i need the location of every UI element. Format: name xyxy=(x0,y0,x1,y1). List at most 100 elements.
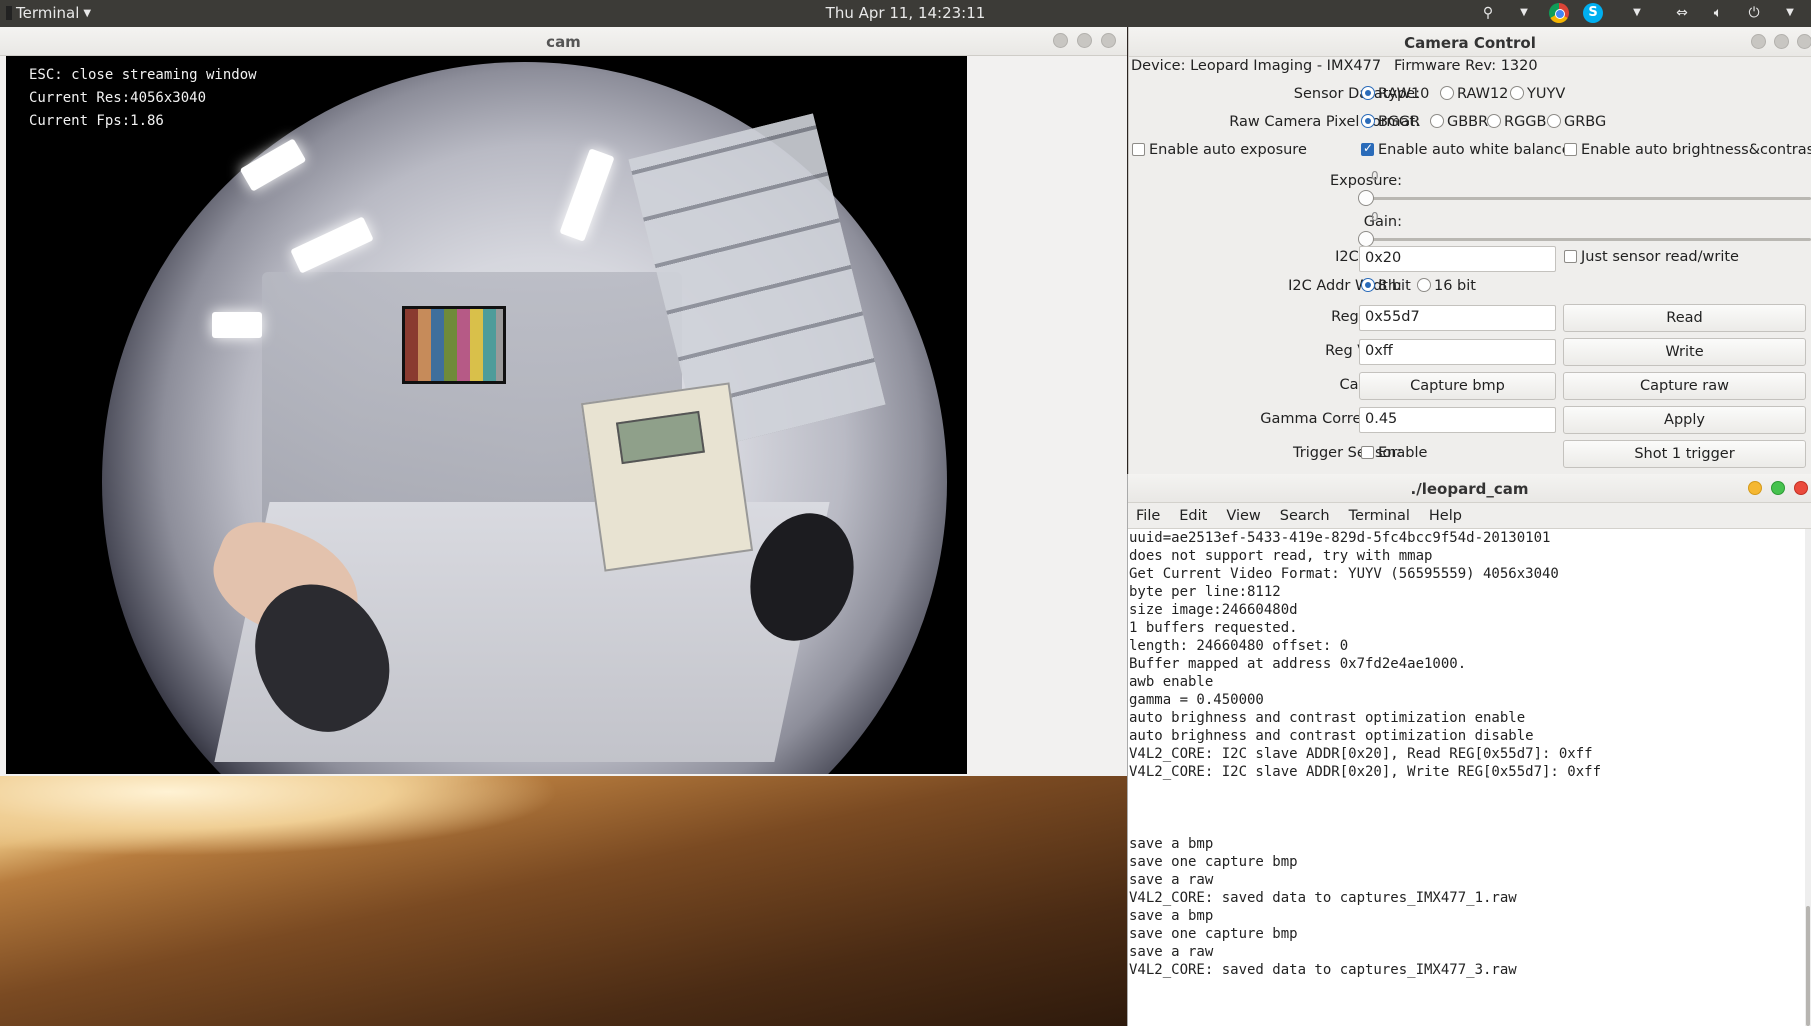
radio-indicator xyxy=(1361,86,1375,100)
auto-wb-checkbox[interactable]: Enable auto white balance xyxy=(1361,141,1571,158)
trigger-enable-checkbox[interactable]: Enable xyxy=(1361,445,1427,461)
maximize-button[interactable] xyxy=(1771,481,1785,495)
radio-rggb[interactable]: RGGB xyxy=(1487,114,1547,130)
fisheye-image xyxy=(102,62,947,774)
radio-label: BGGR xyxy=(1378,114,1421,130)
checkbox-box xyxy=(1564,143,1577,156)
checkbox-label: Enable xyxy=(1378,445,1428,461)
radio-label: RAW10 xyxy=(1378,86,1430,102)
menu-file[interactable]: File xyxy=(1136,508,1160,524)
chrome-icon[interactable] xyxy=(1549,3,1569,23)
exposure-slider-track[interactable] xyxy=(1361,197,1811,200)
terminal-scrollbar[interactable] xyxy=(1805,529,1811,1026)
minimize-button[interactable] xyxy=(1053,33,1068,48)
auto-bc-checkbox[interactable]: Enable auto brightness&contrast xyxy=(1564,142,1811,158)
radio-indicator xyxy=(1440,86,1454,100)
shot-trigger-button[interactable]: Shot 1 trigger xyxy=(1563,440,1806,468)
minimize-button[interactable] xyxy=(1748,481,1762,495)
radio-indicator xyxy=(1361,278,1375,292)
stream-overlay: ESC: close streaming window Current Res:… xyxy=(29,64,257,133)
terminal-title: ./leopard_cam xyxy=(1410,480,1529,498)
close-button[interactable] xyxy=(1797,34,1811,49)
ceiling-light xyxy=(559,148,615,242)
maximize-button[interactable] xyxy=(1774,34,1789,49)
radio-yuyv[interactable]: YUYV xyxy=(1510,86,1565,102)
radio-16bit[interactable]: 16 bit xyxy=(1417,278,1476,294)
ceiling-light xyxy=(290,216,374,274)
exposure-label: Exposure: xyxy=(1329,173,1402,189)
write-button[interactable]: Write xyxy=(1563,338,1806,366)
exposure-slider-knob[interactable] xyxy=(1358,190,1374,206)
desktop-wallpaper xyxy=(0,776,1128,1026)
menu-help[interactable]: Help xyxy=(1429,508,1462,524)
checkbox-box xyxy=(1361,446,1374,459)
dropdown-icon[interactable]: ▼ xyxy=(1617,3,1657,23)
gamma-input[interactable]: 0.45 xyxy=(1359,407,1556,433)
camera-control-body: Device: Leopard Imaging - IMX477 Firmwar… xyxy=(1129,57,1811,474)
top-panel: Terminal ▼ Thu Apr 11, 14:23:11 ⚲ ▼ S ▼ … xyxy=(0,0,1811,27)
device-label: Device: Leopard Imaging - IMX477 xyxy=(1131,58,1382,74)
menu-edit[interactable]: Edit xyxy=(1179,508,1207,524)
skype-icon[interactable]: S xyxy=(1583,3,1603,23)
overlay-line: ESC: close streaming window xyxy=(29,67,257,83)
network-icon[interactable]: ⇔ xyxy=(1671,3,1693,23)
reg-value-input[interactable]: 0xff xyxy=(1359,339,1556,365)
radio-label: 8 bit xyxy=(1378,278,1411,294)
accessibility-icon[interactable]: ⚲ xyxy=(1477,3,1499,23)
radio-grbg[interactable]: GRBG xyxy=(1547,114,1606,130)
ceiling-light xyxy=(239,138,307,192)
cam-title: cam xyxy=(546,33,581,51)
just-sensor-checkbox[interactable]: Just sensor read/write xyxy=(1564,249,1739,265)
radio-8bit[interactable]: 8 bit xyxy=(1361,278,1411,294)
gain-slider-knob[interactable] xyxy=(1358,231,1374,247)
volume-icon[interactable]: 🔈︎ xyxy=(1707,3,1729,23)
reg-addr-input[interactable]: 0x55d7 xyxy=(1359,305,1556,331)
radio-label: RAW12 xyxy=(1457,86,1509,102)
radio-label: GBBR xyxy=(1447,114,1489,130)
auto-exposure-checkbox[interactable]: Enable auto exposure xyxy=(1132,142,1307,158)
capture-bmp-button[interactable]: Capture bmp xyxy=(1359,372,1556,400)
radio-indicator xyxy=(1430,114,1444,128)
terminal-titlebar[interactable]: ./leopard_cam xyxy=(1128,474,1811,503)
wallpaper-dune xyxy=(0,776,560,856)
capture-raw-button[interactable]: Capture raw xyxy=(1563,372,1806,400)
cam-titlebar[interactable]: cam xyxy=(0,27,1127,56)
menu-view[interactable]: View xyxy=(1226,508,1260,524)
radio-gbbr[interactable]: GBBR xyxy=(1430,114,1488,130)
checkbox-label: Enable auto white balance xyxy=(1378,142,1571,158)
maximize-button[interactable] xyxy=(1077,33,1092,48)
camera-control-titlebar[interactable]: Camera Control xyxy=(1129,27,1811,57)
checkbox-box xyxy=(1132,143,1145,156)
multimeter xyxy=(580,382,754,572)
overlay-line: Current Fps:1.86 xyxy=(29,113,164,129)
radio-indicator xyxy=(1361,114,1375,128)
firmware-label: Firmware Rev: 1320 xyxy=(1394,58,1538,74)
minimize-button[interactable] xyxy=(1751,34,1766,49)
radio-raw10[interactable]: RAW10 xyxy=(1361,86,1429,102)
radio-label: 16 bit xyxy=(1434,278,1476,294)
cam-window: cam ESC: close streaming window Current … xyxy=(0,27,1127,776)
ceiling-light xyxy=(212,312,262,338)
close-button[interactable] xyxy=(1794,481,1808,495)
menu-terminal[interactable]: Terminal xyxy=(1349,508,1410,524)
close-button[interactable] xyxy=(1101,33,1116,48)
chevron-down-icon[interactable]: ▼ xyxy=(1779,3,1801,23)
radio-indicator xyxy=(1487,114,1501,128)
i2c-addr-input[interactable]: 0x20 xyxy=(1359,246,1556,272)
power-icon[interactable]: ⏻ xyxy=(1743,3,1765,23)
menu-search[interactable]: Search xyxy=(1280,508,1330,524)
chevron-down-icon[interactable]: ▼ xyxy=(1513,3,1535,23)
radio-label: RGGB xyxy=(1504,114,1547,130)
gain-value: 0 xyxy=(1371,210,1379,224)
apply-button[interactable]: Apply xyxy=(1563,406,1806,434)
camera-stream-view[interactable]: ESC: close streaming window Current Res:… xyxy=(6,56,967,774)
radio-bggr[interactable]: BGGR xyxy=(1361,114,1420,130)
radio-raw12[interactable]: RAW12 xyxy=(1440,86,1508,102)
radio-indicator xyxy=(1417,278,1431,292)
gain-slider-track[interactable] xyxy=(1361,238,1811,241)
color-checker xyxy=(402,306,506,384)
camera-control-title: Camera Control xyxy=(1404,34,1536,52)
read-button[interactable]: Read xyxy=(1563,304,1806,332)
terminal-output[interactable]: uuid=ae2513ef-5433-419e-829d-5fc4bcc9f54… xyxy=(1129,529,1803,1026)
checkbox-label: Enable auto exposure xyxy=(1149,142,1307,158)
